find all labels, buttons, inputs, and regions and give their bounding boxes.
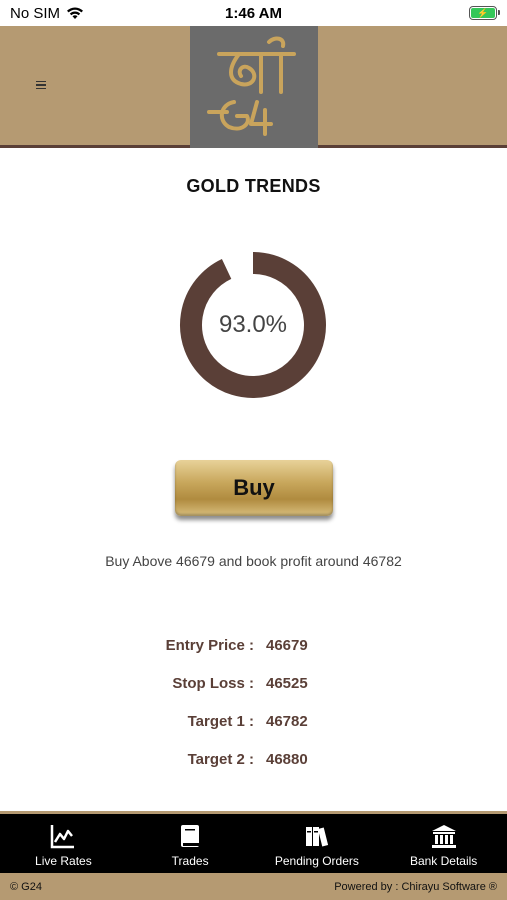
tab-label: Pending Orders <box>274 854 359 868</box>
trade-advice: Buy Above 46679 and book profit around 4… <box>105 553 402 569</box>
detail-label: Stop Loss : <box>172 674 254 692</box>
detail-label: Entry Price : <box>165 636 254 654</box>
g24-shree-logo <box>190 26 318 148</box>
gauge-label: 93.0% <box>218 311 288 338</box>
status-left: No SIM <box>10 5 84 22</box>
wifi-icon <box>67 7 84 19</box>
copyright-text: © G24 <box>10 880 42 893</box>
detail-row-entry-price: Entry Price : 46679 <box>0 626 507 664</box>
line-chart-icon <box>51 825 75 849</box>
battery-charging-icon: ⚡ <box>469 6 500 20</box>
detail-row-target-1: Target 1 : 46782 <box>0 702 507 740</box>
detail-value: 46782 <box>266 712 308 730</box>
tab-pending-orders[interactable]: Pending Orders <box>254 814 381 873</box>
detail-row-stop-loss: Stop Loss : 46525 <box>0 664 507 702</box>
detail-value: 46880 <box>266 750 308 768</box>
powered-by-text: Powered by : Chirayu Software ® <box>334 880 497 893</box>
detail-value: 46525 <box>266 674 308 692</box>
books-icon <box>305 827 328 847</box>
trade-details: Entry Price : 46679 Stop Loss : 46525 Ta… <box>0 626 507 778</box>
tab-label: Bank Details <box>409 854 478 868</box>
tab-label: Live Rates <box>35 854 92 868</box>
hamburger-menu-icon[interactable] <box>36 78 52 92</box>
logo-graphic <box>207 36 296 136</box>
carrier-label: No SIM <box>10 4 61 22</box>
tab-label: Trades <box>171 854 209 868</box>
bottom-tab-bar: Live Rates Trades Pending Orders Bank De… <box>0 811 507 873</box>
detail-value: 46679 <box>266 636 308 654</box>
buy-button[interactable]: Buy <box>175 460 333 516</box>
tab-trades[interactable]: Trades <box>127 814 254 873</box>
detail-label: Target 2 : <box>187 750 254 768</box>
book-icon <box>181 825 200 847</box>
tab-bank-details[interactable]: Bank Details <box>380 814 507 873</box>
page-title: GOLD TRENDS <box>186 176 321 196</box>
footer: © G24 Powered by : Chirayu Software ® <box>0 873 507 900</box>
detail-label: Target 1 : <box>187 712 254 730</box>
app-header <box>0 26 507 148</box>
detail-row-target-2: Target 2 : 46880 <box>0 740 507 778</box>
status-bar: No SIM 1:46 AM ⚡ <box>0 0 507 26</box>
bank-icon <box>431 825 456 848</box>
tab-live-rates[interactable]: Live Rates <box>0 814 127 873</box>
